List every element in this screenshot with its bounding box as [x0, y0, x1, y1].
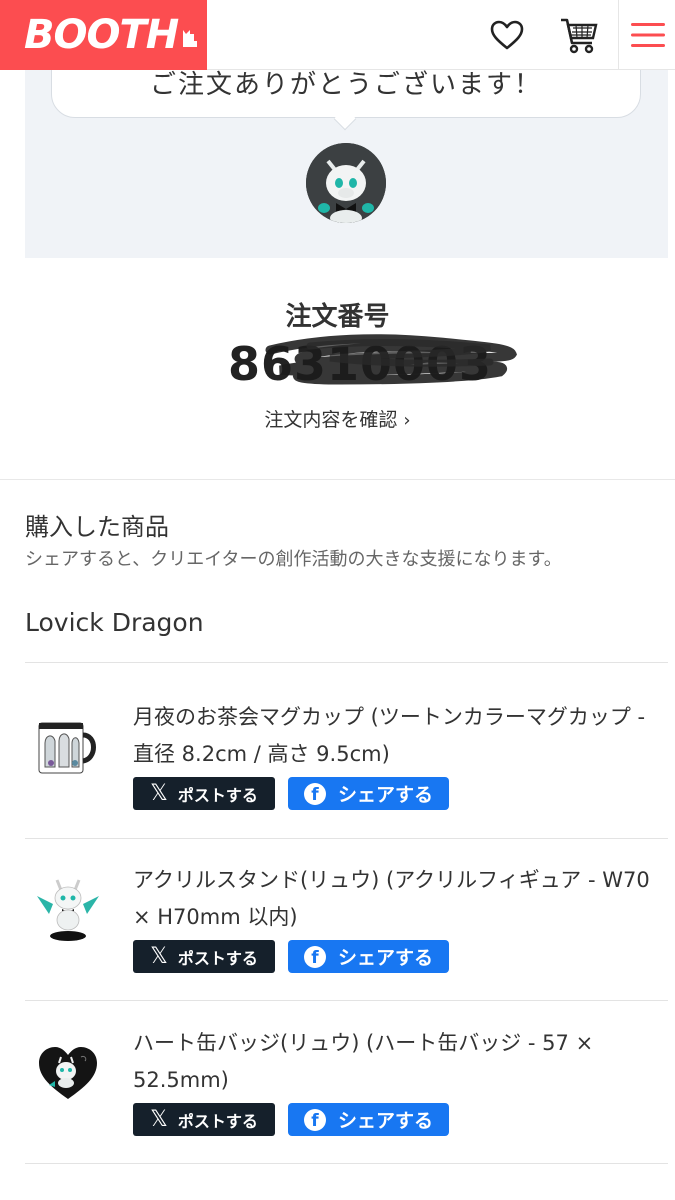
- order-details-link[interactable]: 注文内容を確認 ›: [0, 405, 675, 432]
- purchased-subtitle: シェアすると、クリエイターの創作活動の大きな支援になります。: [25, 549, 562, 570]
- facebook-icon: f: [303, 782, 326, 805]
- x-logo-icon: 𝕏: [150, 944, 168, 969]
- purchased-item: 月夜のお茶会マグカップ (ツートンカラーマグカップ - 直径 8.2cm / 高…: [25, 689, 668, 851]
- purchased-title: 購入した商品: [25, 513, 169, 541]
- facebook-icon: f: [303, 1108, 326, 1131]
- menu-icon: [630, 23, 665, 47]
- cat-logo-icon: [182, 27, 198, 51]
- share-facebook-button[interactable]: f シェアする: [288, 940, 449, 973]
- menu-button[interactable]: [618, 0, 675, 70]
- purchased-item: アクリルスタンド(リュウ) (アクリルフィギュア - W70 × H70mm 以…: [25, 852, 668, 1014]
- shop-name[interactable]: Lovick Dragon: [25, 608, 204, 637]
- item-title[interactable]: 月夜のお茶会マグカップ (ツートンカラーマグカップ - 直径 8.2cm / 高…: [133, 699, 668, 773]
- facebook-icon: f: [303, 945, 326, 968]
- post-to-x-button[interactable]: 𝕏 ポストする: [133, 777, 275, 810]
- post-to-x-button[interactable]: 𝕏 ポストする: [133, 1103, 275, 1136]
- site-header: BOOTH: [0, 0, 675, 70]
- item-title[interactable]: ハート缶バッジ(リュウ) (ハート缶バッジ - 57 × 52.5mm): [133, 1025, 668, 1099]
- heart-badge-thumbnail[interactable]: [33, 1037, 103, 1107]
- post-to-x-button[interactable]: 𝕏 ポストする: [133, 940, 275, 973]
- redaction-scribble: [265, 334, 517, 385]
- x-logo-icon: 𝕏: [150, 781, 168, 806]
- item-divider: [25, 662, 668, 663]
- heart-icon: [490, 20, 524, 50]
- mug-thumbnail[interactable]: [33, 711, 103, 781]
- item-divider: [25, 1163, 668, 1164]
- x-logo-icon: 𝕏: [150, 1107, 168, 1132]
- share-facebook-button[interactable]: f シェアする: [288, 1103, 449, 1136]
- item-title[interactable]: アクリルスタンド(リュウ) (アクリルフィギュア - W70 × H70mm 以…: [133, 862, 668, 936]
- creator-avatar: [306, 143, 386, 223]
- item-divider: [25, 838, 668, 839]
- acrylic-stand-thumbnail[interactable]: [33, 874, 103, 944]
- section-divider: [0, 479, 675, 480]
- share-facebook-button[interactable]: f シェアする: [288, 777, 449, 810]
- order-number-label: 注文番号: [285, 302, 390, 332]
- purchased-item: ハート缶バッジ(リュウ) (ハート缶バッジ - 57 × 52.5mm) 𝕏 ポ…: [25, 1015, 668, 1177]
- chevron-right-icon: ›: [403, 410, 411, 431]
- item-divider: [25, 1000, 668, 1001]
- booth-logo[interactable]: BOOTH: [0, 0, 207, 70]
- cart-icon: [561, 18, 598, 54]
- cart-button[interactable]: [550, 0, 608, 70]
- favorites-button[interactable]: [478, 0, 536, 70]
